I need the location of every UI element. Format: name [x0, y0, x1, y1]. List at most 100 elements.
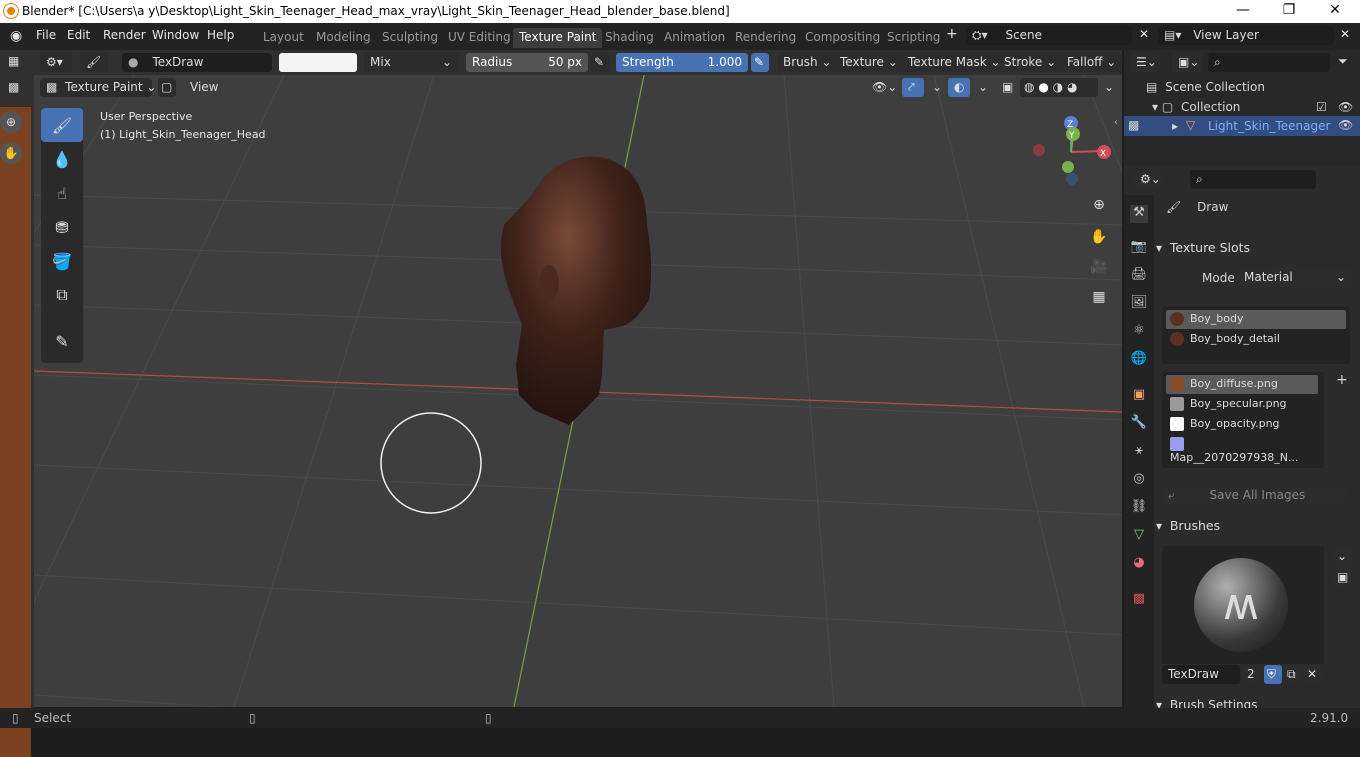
image-slot-opacity[interactable]: Boy_opacity.png: [1166, 415, 1318, 434]
tab-modeling[interactable]: Modeling: [310, 28, 377, 48]
tab-shading[interactable]: Shading: [599, 28, 660, 48]
image-slot-normal-map[interactable]: Map__2070297938_N...: [1166, 435, 1318, 464]
minimize-button[interactable]: —: [1228, 2, 1258, 18]
display-mode-icon[interactable]: ▣⌄: [1172, 53, 1202, 72]
properties-search-input[interactable]: ⌕: [1190, 170, 1316, 189]
fill-tool-icon[interactable]: 🪣: [41, 244, 83, 278]
particles-tab-icon[interactable]: ⚹: [1130, 443, 1148, 461]
material-slot-boy-body[interactable]: Boy_body: [1166, 310, 1346, 329]
render-tab-icon[interactable]: 📷: [1130, 239, 1148, 257]
eye-icon[interactable]: 👁: [1338, 100, 1353, 114]
shading-dropdown-icon[interactable]: ⌄: [1098, 78, 1120, 97]
ortho-grid-icon[interactable]: ▦: [1087, 285, 1111, 309]
add-workspace-icon[interactable]: +: [946, 26, 958, 42]
radius-slider[interactable]: Radius 50 px: [466, 53, 588, 72]
eye-icon[interactable]: 👁: [1338, 118, 1353, 132]
close-button[interactable]: ✕: [1320, 2, 1350, 18]
image-slot-diffuse[interactable]: Boy_diffuse.png: [1166, 375, 1318, 394]
outliner-search-input[interactable]: ⌕: [1208, 53, 1330, 72]
tab-compositing[interactable]: Compositing: [799, 28, 886, 48]
strength-pressure-icon[interactable]: ✎: [751, 53, 769, 72]
scene-collection-row[interactable]: ▤ Scene Collection: [1146, 80, 1265, 94]
draw-tool-icon[interactable]: 🖌: [41, 108, 83, 142]
zoom-icon[interactable]: ⊕: [1087, 193, 1111, 217]
soften-tool-icon[interactable]: 💧: [41, 142, 83, 176]
tab-layout[interactable]: Layout: [257, 28, 310, 48]
tab-rendering[interactable]: Rendering: [729, 28, 802, 48]
blender-menu-icon[interactable]: ◉: [10, 28, 22, 44]
material-shading-icon[interactable]: ◑: [1053, 80, 1063, 94]
strength-slider[interactable]: Strength 1.000: [616, 53, 748, 72]
menu-file[interactable]: File: [36, 28, 56, 42]
menu-window[interactable]: Window: [152, 28, 199, 42]
mask-tool-icon[interactable]: ⧉: [41, 278, 83, 312]
unlink-brush-icon[interactable]: ✕: [1304, 665, 1322, 684]
scene-close-icon[interactable]: ✕: [1139, 27, 1149, 41]
rendered-shading-icon[interactable]: ◕: [1067, 80, 1077, 94]
mask-toggle-icon[interactable]: ▢: [158, 78, 176, 97]
solid-shading-icon[interactable]: ●: [1038, 80, 1048, 94]
view-layer-close-icon[interactable]: ✕: [1340, 27, 1350, 41]
checkbox-icon[interactable]: ☑: [1316, 100, 1327, 114]
view-menu[interactable]: View: [184, 78, 224, 97]
texture-mask-menu[interactable]: Texture Mask ⌄: [902, 53, 1007, 72]
tool-tab-icon[interactable]: ⚒: [1130, 205, 1148, 223]
stroke-menu[interactable]: Stroke ⌄: [998, 53, 1063, 72]
menu-render[interactable]: Render: [103, 28, 146, 42]
overlay-dropdown-icon[interactable]: ⌄: [972, 78, 994, 97]
tab-uv-editing[interactable]: UV Editing: [442, 28, 517, 48]
mode-select[interactable]: Material ⌄: [1238, 268, 1352, 287]
mode-selector[interactable]: ▩ Texture Paint ⌄: [40, 78, 156, 97]
filter-icon[interactable]: ⏷: [1338, 54, 1348, 69]
outliner-type-icon[interactable]: ☰⌄: [1130, 53, 1160, 72]
physics-tab-icon[interactable]: ◎: [1130, 471, 1148, 489]
image-slot-specular[interactable]: Boy_specular.png: [1166, 395, 1318, 414]
3d-viewport[interactable]: User Perspective (1) Light_Skin_Teenager…: [34, 75, 1122, 707]
brush-color-swatch[interactable]: [279, 53, 357, 72]
maximize-button[interactable]: ❐: [1274, 2, 1304, 18]
collection-row[interactable]: ▾ ▢ Collection ☑ 👁: [1152, 100, 1353, 114]
material-tab-icon[interactable]: ◕: [1130, 555, 1148, 573]
shading-modes[interactable]: ◍ ● ◑ ◕: [1020, 78, 1098, 97]
brush-settings-panel-header[interactable]: ▾ Brush Settings: [1156, 698, 1356, 708]
properties-type-icon[interactable]: ⚙⌄: [1134, 170, 1164, 189]
visibility-icon[interactable]: 👁⌄: [866, 78, 903, 97]
expand-arrow-icon[interactable]: ▸: [1172, 119, 1178, 133]
menu-edit[interactable]: Edit: [67, 28, 90, 42]
tab-animation[interactable]: Animation: [658, 28, 731, 48]
falloff-menu[interactable]: Falloff ⌄: [1061, 53, 1123, 72]
fake-user-shield-icon[interactable]: ⛨: [1264, 665, 1282, 684]
tab-scripting[interactable]: Scripting: [881, 28, 946, 48]
save-all-images-button[interactable]: ⤶ Save All Images: [1162, 486, 1346, 505]
tab-texture-paint[interactable]: Texture Paint: [513, 28, 603, 48]
sidebar-toggle-icon[interactable]: ‹: [1114, 117, 1118, 128]
smear-tool-icon[interactable]: ☝: [41, 176, 83, 210]
brush-tool-icon[interactable]: 🖌: [80, 53, 108, 72]
output-tab-icon[interactable]: 🖨: [1130, 267, 1148, 285]
duplicate-brush-icon[interactable]: ⧉: [1284, 665, 1302, 684]
texture-tab-icon[interactable]: ▩: [1130, 591, 1148, 609]
editor-type-icon[interactable]: ▦: [8, 54, 19, 68]
radius-pressure-icon[interactable]: ✎: [591, 53, 609, 72]
brush-dropdown-icon[interactable]: ⌄: [1334, 547, 1352, 566]
clone-tool-icon[interactable]: ⛃: [41, 210, 83, 244]
texture-slots-panel-header[interactable]: ▾ Texture Slots: [1156, 240, 1356, 262]
brushes-panel-header[interactable]: ▾ Brushes: [1156, 518, 1356, 540]
expand-arrow-icon[interactable]: ▾: [1152, 100, 1158, 114]
brush-name-input[interactable]: TexDraw: [1162, 665, 1240, 684]
modifier-tab-icon[interactable]: 🔧: [1130, 415, 1148, 433]
checker-icon[interactable]: ▩: [8, 80, 19, 94]
data-tab-icon[interactable]: ▽: [1130, 527, 1148, 545]
material-slot-boy-body-detail[interactable]: Boy_body_detail: [1166, 330, 1346, 349]
annotate-tool-icon[interactable]: ✎: [41, 324, 83, 358]
xray-icon[interactable]: ▣: [996, 78, 1019, 97]
brush-menu[interactable]: Brush ⌄: [777, 53, 838, 72]
gizmo-toggle-icon[interactable]: ⤤: [902, 78, 924, 97]
menu-help[interactable]: Help: [207, 28, 234, 42]
object-tab-icon[interactable]: ▣: [1130, 387, 1148, 405]
tab-sculpting[interactable]: Sculpting: [376, 28, 444, 48]
brush-preview-box[interactable]: ʍ: [1162, 546, 1324, 664]
navigation-gizmo[interactable]: Z X Y: [1029, 115, 1119, 195]
add-image-icon[interactable]: +: [1336, 372, 1348, 388]
wireframe-shading-icon[interactable]: ◍: [1024, 80, 1034, 94]
